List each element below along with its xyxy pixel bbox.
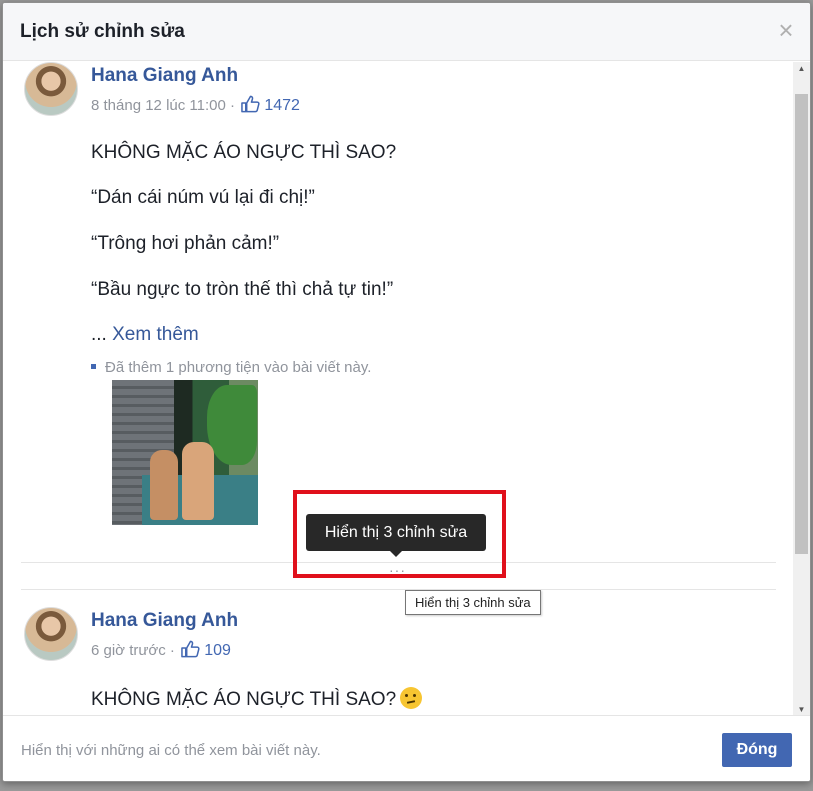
see-more-link[interactable]: Xem thêm: [112, 324, 199, 345]
post-paragraph-text: KHÔNG MẶC ÁO NGỰC THÌ SAO?: [91, 689, 397, 710]
bullet-icon: [91, 364, 96, 369]
thinking-face-icon: [400, 687, 423, 709]
edit-history-dialog: Lịch sử chỉnh sửa × Hana Giang Anh 8 thá…: [2, 2, 811, 782]
post-meta: 6 giờ trước · 109: [91, 640, 231, 660]
avatar[interactable]: [24, 62, 78, 116]
post-paragraph: KHÔNG MẶC ÁO NGỰC THÌ SAO?: [91, 687, 423, 711]
see-more: ... Xem thêm: [91, 324, 199, 346]
like-count[interactable]: 109: [204, 642, 231, 659]
post-timestamp[interactable]: 8 tháng 12 lúc 11:00: [91, 97, 226, 114]
audience-note: Hiển thị với những ai có thể xem bài viế…: [21, 742, 321, 759]
divider: [21, 589, 776, 590]
scrollbar[interactable]: ▲ ▼: [793, 62, 810, 717]
dialog-header: Lịch sử chỉnh sửa ×: [3, 3, 810, 61]
scrollbar-thumb[interactable]: [795, 94, 808, 554]
highlight-annotation: [293, 490, 506, 578]
photo-plant: [207, 385, 257, 465]
author-name[interactable]: Hana Giang Anh: [91, 610, 238, 632]
native-tooltip: Hiển thị 3 chỉnh sửa: [405, 590, 541, 615]
photo-person: [150, 450, 178, 520]
meta-separator: ·: [169, 642, 175, 659]
close-icon[interactable]: ×: [774, 17, 798, 43]
post-paragraph: “Trông hơi phản cảm!”: [91, 233, 280, 254]
dialog-title: Lịch sử chỉnh sửa: [20, 21, 185, 42]
close-button[interactable]: Đóng: [722, 733, 792, 767]
post-meta: 8 tháng 12 lúc 11:00 · 1472: [91, 95, 300, 115]
photo-person: [182, 442, 214, 520]
post-paragraph: “Dán cái núm vú lại đi chị!”: [91, 187, 315, 208]
meta-separator: ·: [230, 97, 236, 114]
author-name[interactable]: Hana Giang Anh: [91, 65, 238, 87]
post-paragraph: KHÔNG MẶC ÁO NGỰC THÌ SAO?: [91, 142, 397, 163]
like-count[interactable]: 1472: [264, 97, 300, 114]
media-added-note: Đã thêm 1 phương tiện vào bài viết này.: [91, 359, 371, 376]
media-note-text: Đã thêm 1 phương tiện vào bài viết này.: [105, 359, 372, 376]
see-more-ellipsis: ...: [91, 324, 113, 345]
thumbs-up-icon: [241, 95, 260, 113]
thumbs-up-icon: [181, 640, 200, 658]
post-timestamp[interactable]: 6 giờ trước: [91, 642, 166, 659]
edit-history-scroll-area[interactable]: Hana Giang Anh 8 tháng 12 lúc 11:00 · 14…: [3, 62, 810, 717]
post-paragraph: “Bầu ngực to tròn thế thì chả tự tin!”: [91, 279, 394, 300]
post-photo[interactable]: [112, 380, 258, 525]
avatar[interactable]: [24, 607, 78, 661]
dialog-footer: Hiển thị với những ai có thể xem bài viế…: [3, 715, 810, 781]
scroll-up-arrow-icon[interactable]: ▲: [793, 62, 810, 76]
